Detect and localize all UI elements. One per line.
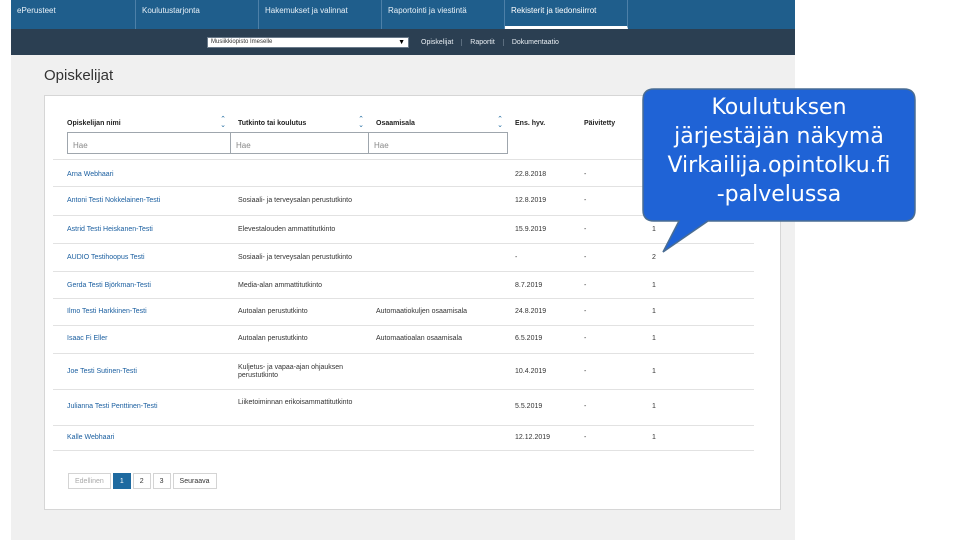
dropdown-caret-icon: ▼ [398, 38, 405, 46]
sort-name-icon[interactable]: ⌃ ⌄ [219, 116, 227, 129]
student-name-link[interactable]: Joe Testi Sutinen-Testi [67, 368, 137, 376]
first-approved-cell: 15.9.2019 [515, 226, 547, 233]
updated-cell: - [584, 254, 587, 261]
row-divider [53, 298, 754, 299]
organisation-select[interactable]: Musiikkiopisto Imeselle ▼ [207, 36, 409, 48]
app-window: ePerusteet Koulutustarjonta Hakemukset j… [11, 0, 795, 540]
subnav-links: Opiskelijat Raportit Dokumentaatio [413, 38, 567, 46]
count-cell: 1 [652, 335, 656, 342]
updated-cell: - [584, 368, 587, 375]
count-cell: 1 [652, 434, 656, 441]
subnav-link-opiskelijat[interactable]: Opiskelijat [413, 39, 461, 46]
sort-field-icon[interactable]: ⌃ ⌄ [496, 116, 504, 129]
callout-text: Koulutuksen järjestäjän näkymä Virkailij… [642, 93, 916, 209]
row-divider [53, 353, 754, 354]
count-cell: 1 [652, 282, 656, 289]
student-name-link[interactable]: Julianna Testi Penttinen-Testi [67, 403, 158, 411]
header-updated[interactable]: Päivitetty [584, 120, 615, 127]
speech-bubble-callout: Koulutuksen järjestäjän näkymä Virkailij… [642, 88, 916, 253]
pagination-page-2[interactable]: 2 [132, 473, 151, 489]
subnav-link-dokumentaatio[interactable]: Dokumentaatio [502, 38, 567, 46]
row-divider [53, 325, 754, 326]
filter-field-input[interactable] [368, 132, 508, 154]
updated-cell: - [584, 308, 587, 315]
row-divider [53, 450, 754, 451]
top-navigation: ePerusteet Koulutustarjonta Hakemukset j… [11, 0, 795, 29]
first-approved-cell: 12.8.2019 [515, 197, 547, 204]
first-approved-cell: 8.7.2019 [515, 282, 543, 289]
page-title: Opiskelijat [44, 67, 114, 84]
degree-cell: Sosiaali- ja terveysalan perustutkinto [238, 197, 353, 204]
row-divider [53, 389, 754, 390]
student-name-link[interactable]: AUDIO Testihoopus Testi [67, 254, 145, 262]
header-field[interactable]: Osaamisala [376, 120, 415, 127]
pagination-page-1[interactable]: 1 [112, 473, 131, 489]
callout-line-2: järjestäjän näkymä [674, 124, 884, 149]
subnav-link-raportit[interactable]: Raportit [461, 38, 503, 46]
first-approved-cell: 22.8.2018 [515, 171, 547, 178]
student-name-link[interactable]: Kalle Webhaari [67, 434, 114, 442]
header-degree[interactable]: Tutkinto tai koulutus [238, 120, 306, 127]
callout-line-4: -palvelussa [716, 182, 842, 207]
pagination-page-3[interactable]: 3 [152, 473, 171, 489]
updated-cell: - [584, 335, 587, 342]
degree-cell: Autoalan perustutkinto [238, 308, 308, 315]
callout-line-3: Virkailija.opintolku.fi [667, 153, 891, 178]
filter-name-input[interactable] [67, 132, 231, 154]
nav-koulutustarjonta[interactable]: Koulutustarjonta [136, 0, 259, 29]
count-cell: 1 [652, 308, 656, 315]
nav-hakemukset[interactable]: Hakemukset ja valinnat [259, 0, 382, 29]
degree-cell: Elevestalouden ammattitutkinto [238, 226, 336, 233]
organisation-select-value: Musiikkiopisto Imeselle [211, 39, 273, 45]
first-approved-cell: 6.5.2019 [515, 335, 543, 342]
updated-cell: - [584, 197, 587, 204]
degree-cell: Liiketoiminnan erikoisammattitutkinto [238, 399, 353, 406]
nav-rekisterit[interactable]: Rekisterit ja tiedonsiirrot [505, 0, 628, 29]
count-cell: 2 [652, 254, 656, 261]
pagination: Edellinen 1 2 3 Seuraava [68, 473, 217, 489]
sub-navigation: Musiikkiopisto Imeselle ▼ Opiskelijat Ra… [11, 29, 795, 55]
nav-raportointi[interactable]: Raportointi ja viestintä [382, 0, 505, 29]
filter-degree-input[interactable] [230, 132, 369, 154]
header-name[interactable]: Opiskelijan nimi [67, 120, 121, 127]
count-cell: 1 [652, 368, 656, 375]
row-divider [53, 425, 754, 426]
sort-degree-icon[interactable]: ⌃ ⌄ [357, 116, 365, 129]
degree-cell: Autoalan perustutkinto [238, 335, 308, 342]
count-cell: 1 [652, 403, 656, 410]
degree-cell: Sosiaali- ja terveysalan perustutkinto [238, 254, 353, 261]
pagination-next[interactable]: Seuraava [172, 473, 217, 489]
callout-line-1: Koulutuksen [711, 95, 847, 120]
student-name-link[interactable]: Astrid Testi Heiskanen-Testi [67, 226, 153, 234]
student-name-link[interactable]: Antoni Testi Nokkelainen-Testi [67, 197, 160, 205]
first-approved-cell: 5.5.2019 [515, 403, 543, 410]
first-approved-cell: - [515, 254, 518, 261]
field-cell: Automaatioalan osaamisala [376, 335, 462, 342]
first-approved-cell: 12.12.2019 [515, 434, 551, 441]
pagination-previous[interactable]: Edellinen [68, 473, 111, 489]
first-approved-cell: 10.4.2019 [515, 368, 547, 375]
updated-cell: - [584, 171, 587, 178]
header-first-approved[interactable]: Ens. hyv. [515, 120, 545, 127]
nav-eperusteet[interactable]: ePerusteet [11, 0, 136, 29]
student-name-link[interactable]: Arna Webhaari [67, 171, 114, 179]
field-cell: Automaatiokuljen osaamisala [376, 308, 468, 315]
updated-cell: - [584, 403, 587, 410]
updated-cell: - [584, 282, 587, 289]
updated-cell: - [584, 434, 587, 441]
student-name-link[interactable]: Isaac Fi Eller [67, 335, 107, 343]
student-name-link[interactable]: Gerda Testi Björkman-Testi [67, 282, 151, 290]
degree-cell: Media-alan ammattitutkinto [238, 282, 323, 289]
first-approved-cell: 24.8.2019 [515, 308, 547, 315]
slide: ePerusteet Koulutustarjonta Hakemukset j… [0, 0, 960, 540]
student-name-link[interactable]: Ilmo Testi Harkkinen-Testi [67, 308, 147, 316]
degree-cell: Kuljetus- ja vapaa-ajan ohjauksen perust… [238, 364, 344, 379]
updated-cell: - [584, 226, 587, 233]
row-divider [53, 271, 754, 272]
